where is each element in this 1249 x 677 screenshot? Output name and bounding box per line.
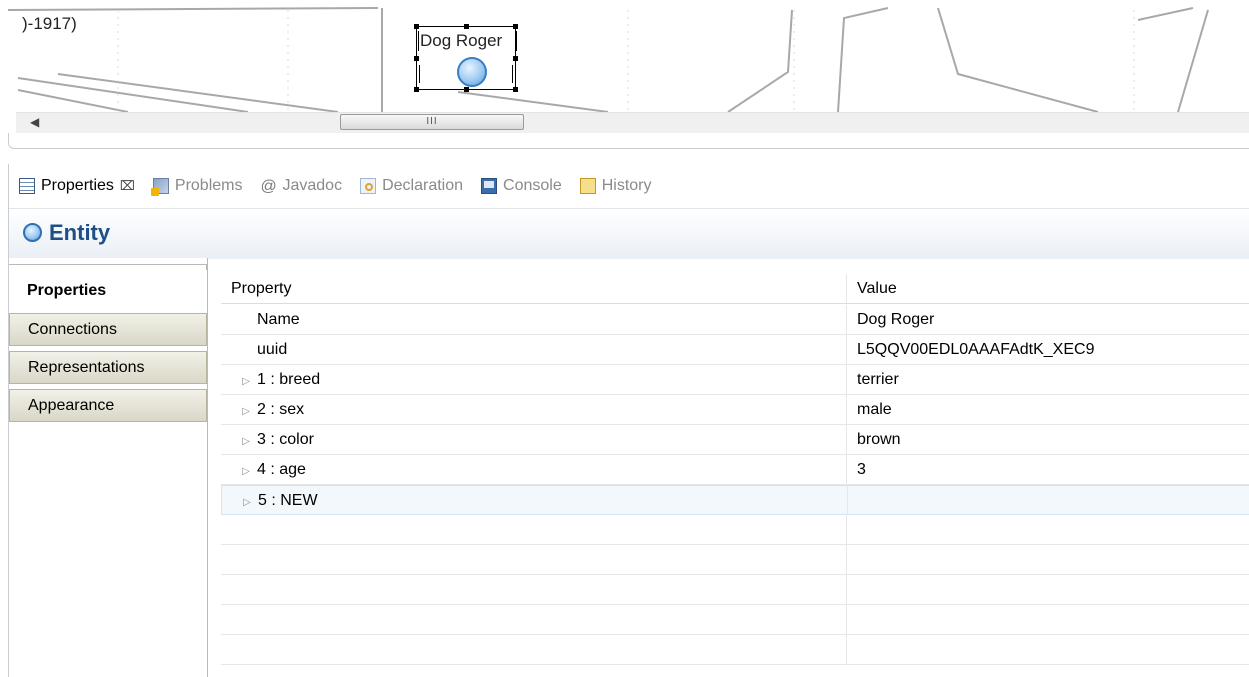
resize-handle-se[interactable]	[513, 87, 518, 92]
resize-handle-nw[interactable]	[414, 24, 419, 29]
empty-table-row	[221, 605, 1249, 635]
tab-label: Properties	[41, 177, 114, 194]
section-tab-appearance[interactable]: Appearance	[9, 389, 207, 422]
table-header: Property Value	[221, 274, 1249, 304]
property-value[interactable]	[848, 486, 1249, 515]
tab-label: Problems	[174, 177, 243, 194]
property-name: 5 : NEW	[258, 492, 318, 509]
problems-icon	[150, 178, 169, 196]
table-row[interactable]: ▷ 2 : sex male	[221, 395, 1249, 425]
tab-problems[interactable]: Problems	[143, 164, 251, 208]
tab-history[interactable]: History	[570, 164, 660, 208]
property-value[interactable]: terrier	[847, 365, 1249, 394]
section-tabs-top-border	[9, 264, 207, 270]
clipped-entity-label: )-1917)	[22, 14, 77, 33]
table-row[interactable]: ▷ 1 : breed terrier	[221, 365, 1249, 395]
expand-arrow-icon[interactable]: ▷	[236, 488, 258, 517]
section-tab-connections[interactable]: Connections	[9, 313, 207, 346]
table-row[interactable]: ▷ 4 : age 3	[221, 455, 1249, 485]
console-icon	[481, 178, 498, 194]
column-header-property[interactable]: Property	[221, 274, 847, 303]
tab-label: Javadoc	[282, 177, 343, 194]
tab-label: Declaration	[382, 177, 464, 194]
close-icon[interactable]: ⌧	[120, 178, 135, 194]
section-tab-representations[interactable]: Representations	[9, 351, 207, 384]
tab-console[interactable]: Console	[471, 164, 570, 208]
empty-table-row	[221, 545, 1249, 575]
tab-label: Console	[503, 177, 562, 194]
entity-circle-icon	[23, 223, 42, 242]
table-row[interactable]: Name Dog Roger	[221, 305, 1249, 335]
page-title: Entity	[49, 220, 111, 245]
empty-table-row	[221, 515, 1249, 545]
property-value[interactable]: brown	[847, 425, 1249, 454]
property-name: 3 : color	[257, 431, 314, 448]
selected-entity-node[interactable]: Dog Roger	[414, 24, 518, 92]
properties-header: Entity	[9, 208, 1249, 259]
diagram-canvas[interactable]: )-1917) Dog Roger	[8, 0, 1249, 112]
expand-arrow-icon[interactable]: ▷	[235, 457, 257, 486]
horizontal-scrollbar[interactable]: ◀ III	[16, 112, 1249, 133]
label-edit-cursor-left	[418, 31, 419, 51]
property-name: Name	[257, 311, 300, 328]
table-row-selected[interactable]: ▷ 5 : NEW	[221, 485, 1249, 515]
tab-properties[interactable]: Properties ⌧	[9, 164, 143, 208]
declaration-icon	[360, 178, 377, 194]
diagram-connections	[8, 7, 1209, 112]
resize-handle-w[interactable]	[414, 56, 419, 61]
expand-arrow-icon[interactable]: ▷	[235, 367, 257, 396]
property-name: 4 : age	[257, 461, 306, 478]
node-tick-left	[419, 65, 420, 83]
node-tick-right	[512, 65, 513, 83]
tab-javadoc[interactable]: @ Javadoc	[250, 164, 350, 208]
view-tab-bar: Properties ⌧ Problems @ Javadoc Declarat…	[9, 164, 1249, 208]
editor-bottom-border	[8, 133, 1249, 149]
scrollbar-thumb[interactable]: III	[340, 114, 524, 130]
property-value[interactable]: male	[847, 395, 1249, 424]
history-icon	[579, 178, 596, 194]
properties-icon	[19, 178, 35, 194]
expand-arrow-icon[interactable]: ▷	[235, 397, 257, 426]
property-name: uuid	[257, 341, 288, 358]
resize-handle-sw[interactable]	[414, 87, 419, 92]
empty-table-row	[221, 575, 1249, 605]
resize-handle-s[interactable]	[464, 87, 469, 92]
views-panel: Properties ⌧ Problems @ Javadoc Declarat…	[8, 164, 1249, 677]
property-name: 2 : sex	[257, 401, 305, 418]
tab-label: History	[601, 177, 652, 194]
property-value[interactable]: Dog Roger	[847, 305, 1249, 334]
table-row[interactable]: ▷ 3 : color brown	[221, 425, 1249, 455]
resize-handle-ne[interactable]	[513, 24, 518, 29]
property-value[interactable]: L5QQV00EDL0AAAFAdtK_XEC9	[847, 335, 1249, 364]
entity-circle-icon	[457, 57, 487, 87]
panel-gap	[0, 150, 1249, 164]
label-edit-cursor-right	[516, 31, 517, 51]
expand-arrow-icon[interactable]: ▷	[235, 427, 257, 456]
column-header-value[interactable]: Value	[847, 274, 1249, 303]
resize-handle-e[interactable]	[513, 56, 518, 61]
resize-handle-n[interactable]	[464, 24, 469, 29]
empty-table-row	[221, 635, 1249, 665]
scroll-left-arrow-icon[interactable]: ◀	[30, 115, 39, 129]
at-icon: @	[260, 178, 277, 195]
table-row[interactable]: uuid L5QQV00EDL0AAAFAdtK_XEC9	[221, 335, 1249, 365]
entity-node-label[interactable]: Dog Roger	[420, 31, 502, 51]
tab-declaration[interactable]: Declaration	[350, 164, 471, 208]
property-value[interactable]: 3	[847, 455, 1249, 484]
section-tabs: Properties Connections Representations A…	[9, 258, 208, 677]
property-name: 1 : breed	[257, 371, 321, 388]
section-tab-properties[interactable]: Properties	[9, 275, 207, 308]
